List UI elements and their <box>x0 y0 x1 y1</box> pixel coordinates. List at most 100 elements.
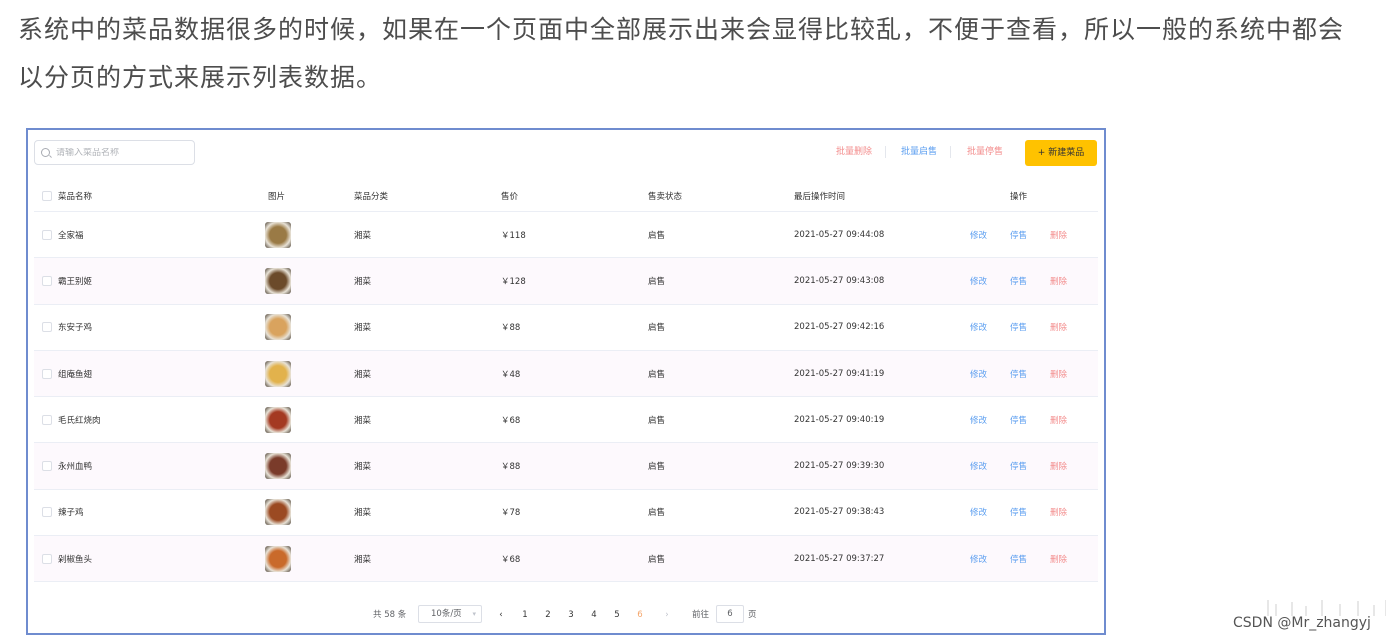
column-header-image: 图片 <box>268 191 286 202</box>
dish-status: 启售 <box>648 276 666 287</box>
dish-price: ￥48 <box>501 369 521 380</box>
delete-button[interactable]: 删除 <box>1050 506 1067 518</box>
disable-button[interactable]: 停售 <box>1010 553 1027 565</box>
batch-delete-button[interactable]: 批量删除 <box>836 140 872 165</box>
new-dish-button[interactable]: + 新建菜品 <box>1025 140 1097 166</box>
edit-button[interactable]: 修改 <box>970 275 987 287</box>
delete-button[interactable]: 删除 <box>1050 460 1067 472</box>
edit-button[interactable]: 修改 <box>970 553 987 565</box>
dish-name: 组庵鱼翅 <box>58 369 93 380</box>
edit-button[interactable]: 修改 <box>970 229 987 241</box>
page-size-select[interactable]: 10条/页 ▾ <box>418 605 482 623</box>
row-checkbox[interactable] <box>42 507 52 518</box>
table-row: 永州血鸭 湘菜 ￥88 启售 2021-05-27 09:39:30 修改 停售 删除 <box>34 443 1098 490</box>
search-box[interactable] <box>34 140 195 165</box>
dish-price: ￥68 <box>501 415 521 426</box>
dish-updated-time: 2021-05-27 09:39:30 <box>794 461 885 472</box>
edit-button[interactable]: 修改 <box>970 506 987 518</box>
column-header-actions: 操作 <box>1010 191 1028 202</box>
delete-button[interactable]: 删除 <box>1050 229 1067 241</box>
dish-name: 辣子鸡 <box>58 508 84 519</box>
disable-button[interactable]: 停售 <box>1010 368 1027 380</box>
goto-label: 前往 <box>692 610 710 620</box>
disable-button[interactable]: 停售 <box>1010 275 1027 287</box>
edit-button[interactable]: 修改 <box>970 368 987 380</box>
batch-enable-button[interactable]: 批量启售 <box>901 140 937 165</box>
page-number-1[interactable]: 1 <box>517 605 533 625</box>
column-header-status: 售卖状态 <box>648 191 683 202</box>
page-number-4[interactable]: 4 <box>586 605 602 625</box>
delete-button[interactable]: 删除 <box>1050 275 1067 287</box>
edit-button[interactable]: 修改 <box>970 460 987 472</box>
select-all-checkbox[interactable] <box>42 190 52 201</box>
row-checkbox[interactable] <box>42 414 52 425</box>
row-checkbox[interactable] <box>42 553 52 564</box>
page-number-2[interactable]: 2 <box>540 605 556 625</box>
pagination: 共 58 条 10条/页 ▾ ‹ 123456 › 前往 6 页 <box>28 605 1104 625</box>
dish-price: ￥128 <box>501 276 526 287</box>
prev-page-button[interactable]: ‹ <box>493 605 509 625</box>
dish-updated-time: 2021-05-27 09:41:19 <box>794 368 885 379</box>
dish-updated-time: 2021-05-27 09:43:08 <box>794 275 885 286</box>
dish-category: 湘菜 <box>354 462 372 473</box>
dish-category: 湘菜 <box>354 508 372 519</box>
dish-price: ￥68 <box>501 554 521 565</box>
dish-status: 启售 <box>648 462 666 473</box>
column-header-time: 最后操作时间 <box>794 191 846 202</box>
delete-button[interactable]: 删除 <box>1050 553 1067 565</box>
dish-name: 剁椒鱼头 <box>58 554 93 565</box>
toolbar-divider <box>885 146 886 158</box>
page-number-5[interactable]: 5 <box>609 605 625 625</box>
dish-price: ￥118 <box>501 230 526 241</box>
table-row: 组庵鱼翅 湘菜 ￥48 启售 2021-05-27 09:41:19 修改 停售 删除 <box>34 350 1098 398</box>
dish-updated-time: 2021-05-27 09:40:19 <box>794 414 885 425</box>
dish-category: 湘菜 <box>354 323 372 334</box>
row-checkbox[interactable] <box>42 461 52 472</box>
disable-button[interactable]: 停售 <box>1010 460 1027 472</box>
disable-button[interactable]: 停售 <box>1010 414 1027 426</box>
dish-name: 全家福 <box>58 230 84 241</box>
dish-price: ￥88 <box>501 462 521 473</box>
goto-page-input[interactable]: 6 <box>716 605 744 623</box>
dish-category: 湘菜 <box>354 415 372 426</box>
table-row: 全家福 湘菜 ￥118 启售 2021-05-27 09:44:08 修改 停售 删除 <box>34 212 1098 259</box>
table-header: 菜品名称 图片 菜品分类 售价 售卖状态 最后操作时间 操作 <box>34 180 1098 212</box>
disable-button[interactable]: 停售 <box>1010 506 1027 518</box>
dish-name: 霸王别姬 <box>58 276 93 287</box>
delete-button[interactable]: 删除 <box>1050 368 1067 380</box>
dish-status: 启售 <box>648 415 666 426</box>
row-checkbox[interactable] <box>42 229 52 240</box>
goto-unit: 页 <box>748 610 757 620</box>
edit-button[interactable]: 修改 <box>970 414 987 426</box>
dish-category: 湘菜 <box>354 554 372 565</box>
page-number-3[interactable]: 3 <box>563 605 579 625</box>
disable-button[interactable]: 停售 <box>1010 321 1027 333</box>
column-header-category: 菜品分类 <box>354 191 389 202</box>
search-input[interactable] <box>56 147 186 158</box>
disable-button[interactable]: 停售 <box>1010 229 1027 241</box>
intro-paragraph: 系统中的菜品数据很多的时候，如果在一个页面中全部展示出来会显得比较乱，不便于查看… <box>18 15 1345 92</box>
dish-image <box>265 314 291 341</box>
delete-button[interactable]: 删除 <box>1050 414 1067 426</box>
dish-status: 启售 <box>648 323 666 334</box>
page-size-value: 10条/页 <box>431 609 462 619</box>
dish-price: ￥78 <box>501 508 521 519</box>
delete-button[interactable]: 删除 <box>1050 321 1067 333</box>
dish-management-panel: 批量删除 批量启售 批量停售 + 新建菜品 菜品名称 图片 菜品分类 售价 售卖… <box>26 128 1106 635</box>
edit-button[interactable]: 修改 <box>970 321 987 333</box>
dish-image <box>265 267 291 294</box>
dish-status: 启售 <box>648 230 666 241</box>
dish-image <box>265 406 291 433</box>
next-page-button[interactable]: › <box>659 605 675 625</box>
dish-image <box>265 453 291 480</box>
dish-name: 毛氏红烧肉 <box>58 415 101 426</box>
row-checkbox[interactable] <box>42 322 52 333</box>
dish-price: ￥88 <box>501 323 521 334</box>
row-checkbox[interactable] <box>42 275 52 286</box>
batch-disable-button[interactable]: 批量停售 <box>967 140 1003 165</box>
page-number-6[interactable]: 6 <box>632 605 648 625</box>
dish-status: 启售 <box>648 508 666 519</box>
row-checkbox[interactable] <box>42 368 52 379</box>
dish-category: 湘菜 <box>354 230 372 241</box>
table-row: 东安子鸡 湘菜 ￥88 启售 2021-05-27 09:42:16 修改 停售 删除 <box>34 305 1098 351</box>
